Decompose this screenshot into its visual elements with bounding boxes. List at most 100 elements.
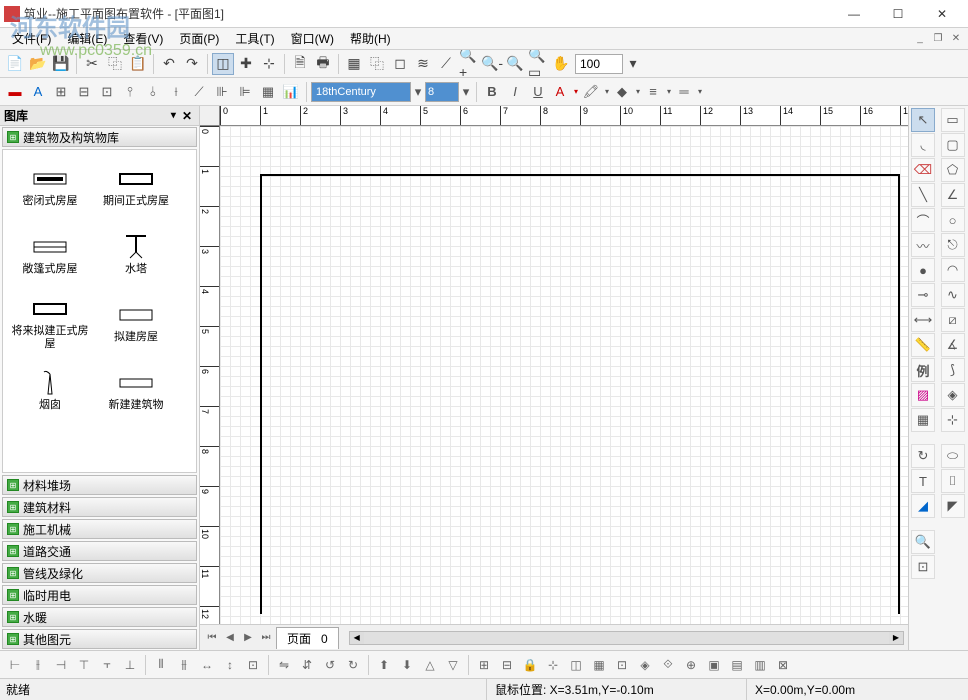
open-button[interactable]: 📂 [27, 53, 49, 75]
cells1-button[interactable]: ⊟ [73, 81, 95, 103]
table-button[interactable]: ⊞ [50, 81, 72, 103]
gallery-item-planned-house[interactable]: 拟建房屋 [93, 290, 179, 358]
add-button[interactable]: ✚ [235, 53, 257, 75]
callout-tool[interactable]: ◤ [941, 494, 965, 518]
mdi-restore-button[interactable]: ❐ [930, 32, 946, 46]
round-rect-tool[interactable]: ▢ [941, 133, 965, 157]
italic-button[interactable]: I [504, 81, 526, 103]
gallery-item-open-house[interactable]: 敞篷式房屋 [7, 222, 93, 290]
same-width-button[interactable]: ↔ [196, 654, 218, 676]
snap7-button[interactable]: ⊕ [680, 654, 702, 676]
tab-next-button[interactable]: ▶ [240, 630, 256, 646]
group-button[interactable]: ⊞ [473, 654, 495, 676]
align-left-button[interactable]: ⊢ [4, 654, 26, 676]
scroll-right-button[interactable]: ▶ [889, 632, 903, 644]
textcolor-a-button[interactable]: A [27, 81, 49, 103]
spline-tool[interactable]: ∿ [941, 283, 965, 307]
grid-tool[interactable]: ▦ [911, 408, 935, 432]
category-other[interactable]: ⊞其他图元 [2, 629, 197, 649]
menu-window[interactable]: 窗口(W) [283, 28, 342, 49]
align-right-button[interactable]: ⊣ [50, 654, 72, 676]
new-button[interactable]: 📄 [4, 53, 26, 75]
pan-button[interactable]: ✋ [550, 53, 572, 75]
maximize-button[interactable]: ☐ [876, 0, 920, 28]
align-bottom-button[interactable]: ⊥ [119, 654, 141, 676]
dist2-button[interactable]: ⊫ [234, 81, 256, 103]
flip-h-button[interactable]: ⇋ [273, 654, 295, 676]
category-hvac[interactable]: ⊞水暖 [2, 607, 197, 627]
snap5-button[interactable]: ◈ [634, 654, 656, 676]
menu-view[interactable]: 查看(V) [115, 28, 171, 49]
gallery-item-period-house[interactable]: 期间正式房屋 [93, 154, 179, 222]
gallery-item-water-tower[interactable]: 水塔 [93, 222, 179, 290]
send-back-button[interactable]: ⬇ [396, 654, 418, 676]
paste-button[interactable]: 📋 [127, 53, 149, 75]
close-button[interactable]: ✕ [920, 0, 964, 28]
snap6-button[interactable]: ⟐ [657, 654, 679, 676]
bold-button[interactable]: B [481, 81, 503, 103]
drawing-canvas[interactable] [220, 126, 908, 624]
zoom-region-button[interactable]: 🔍▭ [527, 53, 549, 75]
horizontal-scrollbar[interactable]: ◀ ▶ [349, 631, 904, 645]
align-middle-button[interactable]: ⫟ [96, 654, 118, 676]
print-button[interactable]: 🖶 [312, 53, 334, 75]
rotate-right-button[interactable]: ↻ [342, 654, 364, 676]
category-buildings[interactable]: ⊞建筑物及构筑物库 [2, 127, 197, 147]
axis-tool[interactable]: ⊹ [941, 408, 965, 432]
category-machinery[interactable]: ⊞施工机械 [2, 519, 197, 539]
align-top-button[interactable]: ⊤ [73, 654, 95, 676]
curve-tool[interactable]: 〰 [911, 233, 935, 257]
ruler-vertical[interactable]: 0123456789101112 [200, 126, 220, 624]
zoom-dropdown[interactable]: ▾ [626, 53, 640, 75]
gallery-item-new-building[interactable]: 新建建筑物 [93, 358, 179, 426]
bring-forward-button[interactable]: △ [419, 654, 441, 676]
ellipse-arc-tool[interactable]: ◠ [941, 258, 965, 282]
polygon-tool[interactable]: ⬠ [941, 158, 965, 182]
fill-button[interactable]: ◆ [612, 81, 642, 103]
lasso-tool[interactable]: ◟ [911, 133, 935, 157]
chart-button[interactable]: 📊 [280, 81, 302, 103]
layers-button[interactable]: ≋ [412, 53, 434, 75]
zoom-in-button[interactable]: 🔍+ [458, 53, 480, 75]
copy2-button[interactable]: ⿻ [366, 53, 388, 75]
snap2-button[interactable]: ◫ [565, 654, 587, 676]
distribute-v-button[interactable]: ⫵ [173, 654, 195, 676]
measure-button[interactable]: ⟋ [435, 53, 457, 75]
same-size-button[interactable]: ⊡ [242, 654, 264, 676]
preview-button[interactable]: 🗎 [289, 53, 311, 75]
arc-tool[interactable]: ⌒ [911, 208, 935, 232]
cells2-button[interactable]: ⊡ [96, 81, 118, 103]
gallery-item-future-house[interactable]: 将来拟建正式房屋 [7, 290, 93, 358]
size-dropdown[interactable]: ▾ [460, 81, 472, 103]
save-button[interactable]: 💾 [50, 53, 72, 75]
tab-last-button[interactable]: ⏭ [258, 630, 274, 646]
font-select[interactable] [311, 82, 411, 102]
zoom-out-button[interactable]: 🔍- [481, 53, 503, 75]
snap3-button[interactable]: ▦ [588, 654, 610, 676]
snap9-button[interactable]: ▤ [726, 654, 748, 676]
highlight-button[interactable]: 🖍 [581, 81, 611, 103]
point-tool[interactable]: ● [911, 258, 935, 282]
font-dropdown[interactable]: ▾ [412, 81, 424, 103]
textbox-tool[interactable]: ⌷ [941, 469, 965, 493]
font-color-button[interactable]: A [550, 81, 580, 103]
menu-file[interactable]: 文件(F) [4, 28, 59, 49]
zoom-input[interactable] [575, 54, 623, 74]
crop-button[interactable]: ◻ [389, 53, 411, 75]
same-height-button[interactable]: ↕ [219, 654, 241, 676]
snap10-button[interactable]: ▥ [749, 654, 771, 676]
insert-table-button[interactable]: ▦ [257, 81, 279, 103]
panel-toggle-button[interactable]: ◫ [212, 53, 234, 75]
menu-help[interactable]: 帮助(H) [342, 28, 399, 49]
align-center-h-button[interactable]: ⫲ [27, 654, 49, 676]
line-style-button[interactable]: ≡ [643, 81, 673, 103]
ungroup-button[interactable]: ⊟ [496, 654, 518, 676]
zoom-fit-button[interactable]: 🔍 [504, 53, 526, 75]
lock-button[interactable]: 🔒 [519, 654, 541, 676]
size-select[interactable] [425, 82, 459, 102]
flip-v-button[interactable]: ⇵ [296, 654, 318, 676]
pin-icon[interactable]: ▾ [168, 110, 179, 121]
ellipse-tool[interactable]: ⬭ [941, 444, 965, 468]
menu-page[interactable]: 页面(P) [171, 28, 227, 49]
gallery-item-chimney[interactable]: 烟囱 [7, 358, 93, 426]
